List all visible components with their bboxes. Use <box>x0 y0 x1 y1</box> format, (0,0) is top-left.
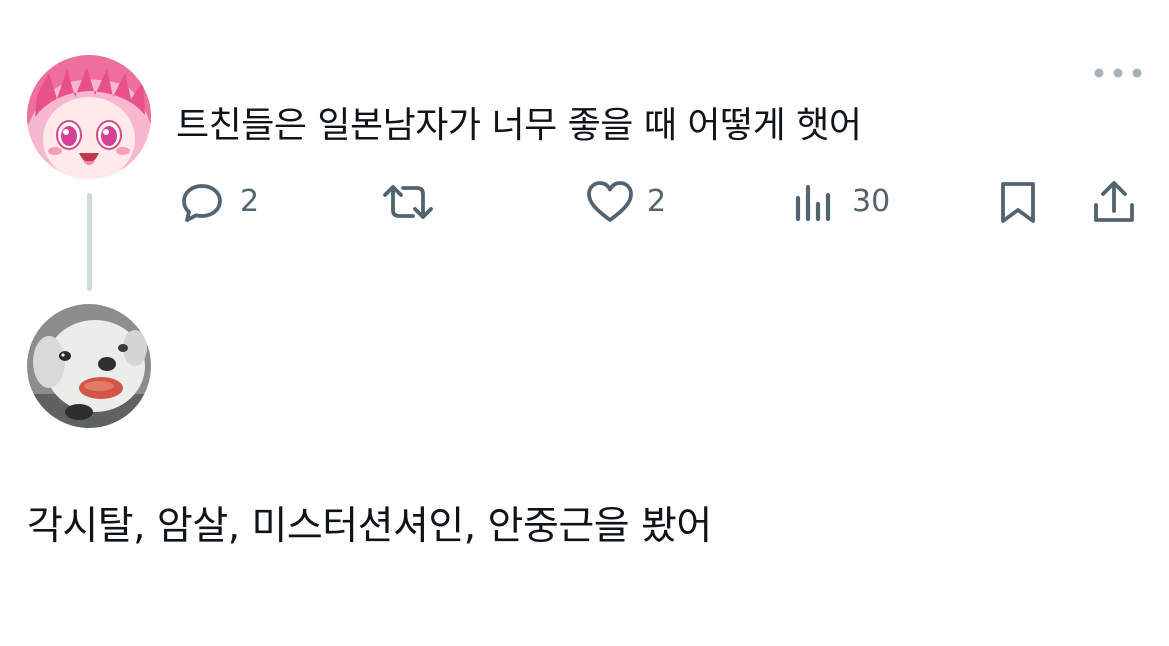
reply-text: 각시탈, 암살, 미스터션셔인, 안중근을 봤어 <box>27 504 712 549</box>
reply-button[interactable]: 2 <box>178 178 259 226</box>
user-avatar-anime[interactable] <box>27 55 151 179</box>
bookmark-icon <box>1001 182 1035 223</box>
like-count: 2 <box>647 184 667 219</box>
reply-icon <box>182 184 222 222</box>
bookmark-button[interactable] <box>995 178 1041 226</box>
repost-icon <box>383 185 433 219</box>
repost-button[interactable] <box>380 178 436 226</box>
anime-avatar-image <box>27 55 151 179</box>
thread-connector-line <box>87 193 92 291</box>
views-chart-icon <box>795 184 831 222</box>
views-count: 30 <box>852 184 891 219</box>
views-button[interactable]: 30 <box>792 178 890 226</box>
share-button[interactable] <box>1090 178 1138 226</box>
heart-icon <box>587 181 633 222</box>
puppy-avatar-image <box>27 304 151 428</box>
tweet-text: 트친들은 일본남자가 너무 좋을 때 어떻게 햇어 <box>176 105 862 146</box>
reply-count: 2 <box>240 184 260 219</box>
more-dots-icon <box>1094 68 1142 78</box>
share-icon <box>1094 181 1134 222</box>
more-options-button[interactable] <box>1090 58 1146 88</box>
user-avatar-puppy[interactable] <box>27 304 151 428</box>
like-button[interactable]: 2 <box>585 178 666 226</box>
